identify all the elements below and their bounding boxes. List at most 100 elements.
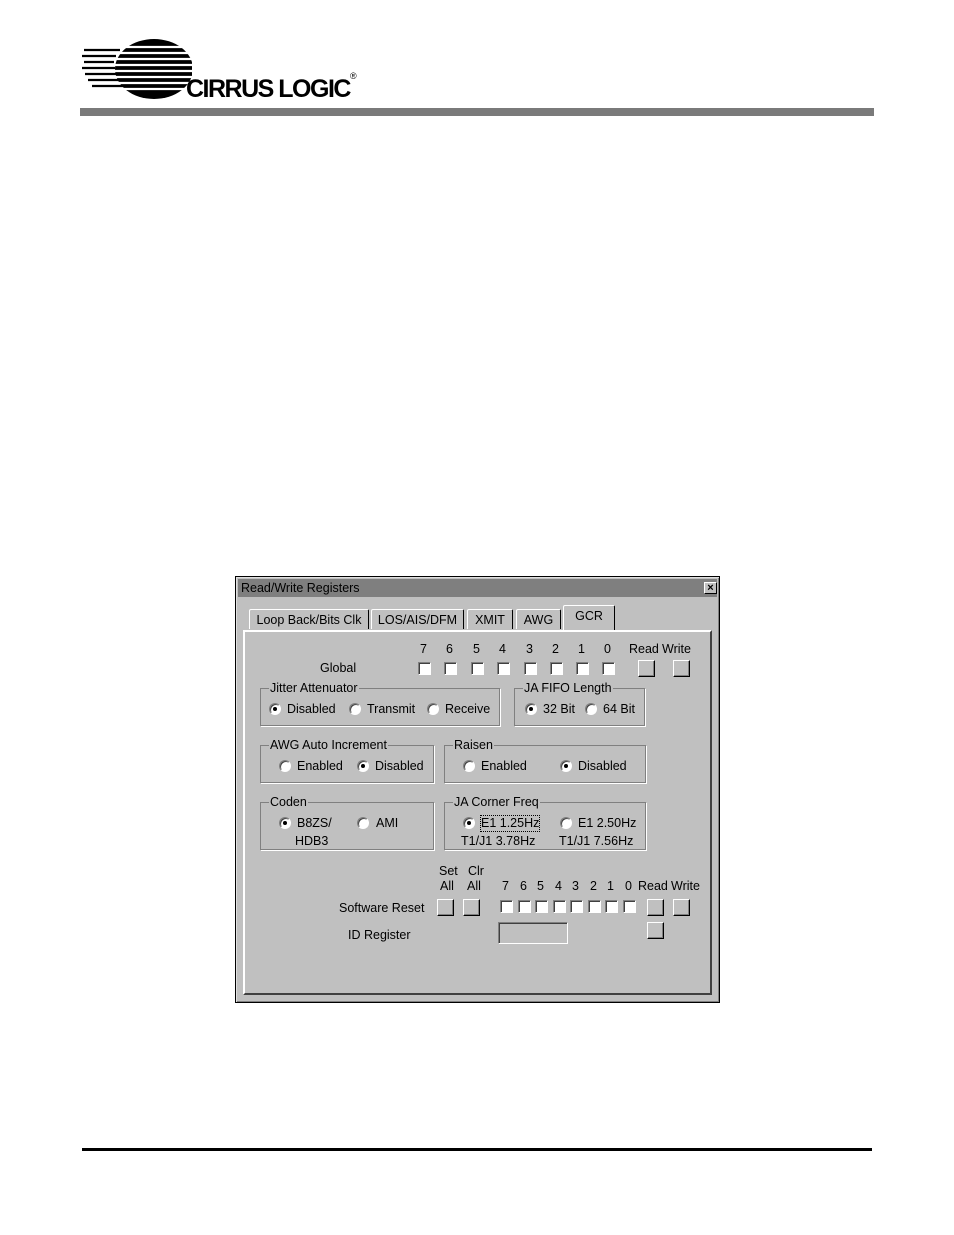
global-write-button[interactable] — [673, 660, 690, 677]
clr-all-label-2: All — [467, 879, 481, 893]
id-register-label: ID Register — [348, 928, 411, 942]
ja-corner-freq-legend: JA Corner Freq — [453, 795, 540, 810]
reset-bit-3-checkbox[interactable] — [570, 900, 583, 913]
corner-e1-250-radio[interactable] — [560, 817, 572, 829]
tab-awg[interactable]: AWG — [516, 609, 561, 629]
reset-bit-6-checkbox[interactable] — [518, 900, 531, 913]
global-bit-4-checkbox[interactable] — [497, 662, 510, 675]
coden-group: Coden B8ZS/ HDB3 AMI — [260, 795, 434, 850]
global-bit-7-label: 7 — [420, 642, 427, 656]
awg-auto-increment-legend: AWG Auto Increment — [269, 738, 388, 753]
reset-bit-1-label: 1 — [607, 879, 614, 893]
jitter-receive-radio[interactable] — [427, 703, 439, 715]
global-bit-3-checkbox[interactable] — [524, 662, 537, 675]
awg-disabled-radio[interactable] — [357, 760, 369, 772]
tab-xmit[interactable]: XMIT — [467, 609, 513, 629]
global-read-button[interactable] — [638, 660, 655, 677]
tab-loop-back[interactable]: Loop Back/Bits Clk — [249, 609, 369, 629]
read-write-registers-dialog: Read/Write Registers × Loop Back/Bits Cl… — [235, 576, 720, 1003]
ja-fifo-length-group: JA FIFO Length 32 Bit 64 Bit — [514, 681, 645, 726]
logo-mark-icon — [82, 39, 193, 99]
jitter-receive-label[interactable]: Receive — [445, 702, 490, 717]
reset-bit-7-checkbox[interactable] — [500, 900, 513, 913]
set-all-label-2: All — [440, 879, 454, 893]
brand-name: CIRRUS LOGIC® — [186, 71, 357, 103]
coden-b8zs-radio[interactable] — [279, 817, 291, 829]
global-label: Global — [320, 661, 357, 675]
raisen-enabled-radio[interactable] — [463, 760, 475, 772]
reset-bit-5-checkbox[interactable] — [535, 900, 548, 913]
coden-legend: Coden — [269, 795, 308, 810]
id-register-field[interactable] — [498, 922, 568, 944]
coden-b8zs-label[interactable]: B8ZS/ — [297, 816, 332, 831]
gcr-panel: 7 6 5 4 3 2 1 0 Read Write Global Jitter… — [243, 630, 712, 995]
jitter-attenuator-group: Jitter Attenuator Disabled Transmit Rece… — [260, 681, 500, 726]
clr-all-label-1: Clr — [468, 864, 484, 878]
corner-t1-378-label[interactable]: T1/J1 3.78Hz — [461, 834, 535, 849]
reset-bit-7-label: 7 — [502, 879, 509, 893]
close-icon[interactable]: × — [704, 582, 717, 594]
jitter-transmit-radio[interactable] — [349, 703, 361, 715]
jitter-disabled-label[interactable]: Disabled — [287, 702, 336, 717]
global-read-label: Read — [629, 642, 659, 656]
reset-bit-2-label: 2 — [590, 879, 597, 893]
coden-ami-radio[interactable] — [357, 817, 369, 829]
clr-all-button[interactable] — [463, 899, 480, 916]
awg-enabled-label[interactable]: Enabled — [297, 759, 343, 774]
tab-gcr[interactable]: GCR — [563, 605, 615, 630]
footer-rule — [82, 1148, 872, 1151]
global-bit-0-label: 0 — [604, 642, 611, 656]
reset-bit-1-checkbox[interactable] — [605, 900, 618, 913]
title-bar[interactable]: Read/Write Registers × — [238, 579, 717, 597]
raisen-disabled-label[interactable]: Disabled — [578, 759, 627, 774]
global-bit-7-checkbox[interactable] — [418, 662, 431, 675]
corner-e1-125-label[interactable]: E1 1.25Hz — [479, 815, 541, 832]
awg-enabled-radio[interactable] — [279, 760, 291, 772]
reset-bit-4-label: 4 — [555, 879, 562, 893]
global-bit-0-checkbox[interactable] — [602, 662, 615, 675]
jitter-transmit-label[interactable]: Transmit — [367, 702, 415, 717]
fifo-32-bit-radio[interactable] — [525, 703, 537, 715]
jitter-disabled-radio[interactable] — [269, 703, 281, 715]
global-bit-2-label: 2 — [552, 642, 559, 656]
reset-bit-6-label: 6 — [520, 879, 527, 893]
fifo-64-bit-radio[interactable] — [585, 703, 597, 715]
reset-bit-0-label: 0 — [625, 879, 632, 893]
corner-t1-756-label[interactable]: T1/J1 7.56Hz — [559, 834, 633, 849]
dialog-title: Read/Write Registers — [241, 581, 360, 595]
awg-auto-increment-group: AWG Auto Increment Enabled Disabled — [260, 738, 434, 783]
id-read-button[interactable] — [647, 922, 664, 939]
global-bit-1-checkbox[interactable] — [576, 662, 589, 675]
global-bit-2-checkbox[interactable] — [550, 662, 563, 675]
corner-e1-125-radio[interactable] — [463, 817, 475, 829]
cirrus-logic-logo: CIRRUS LOGIC® — [82, 38, 382, 108]
ja-corner-freq-group: JA Corner Freq E1 1.25Hz T1/J1 3.78Hz E1… — [444, 795, 646, 850]
tab-los-ais-dfm[interactable]: LOS/AIS/DFM — [371, 609, 464, 629]
fifo-32-bit-label[interactable]: 32 Bit — [543, 702, 575, 717]
global-bit-5-checkbox[interactable] — [471, 662, 484, 675]
fifo-64-bit-label[interactable]: 64 Bit — [603, 702, 635, 717]
reset-bit-4-checkbox[interactable] — [553, 900, 566, 913]
global-bit-6-checkbox[interactable] — [444, 662, 457, 675]
software-reset-label: Software Reset — [339, 901, 425, 915]
reset-write-button[interactable] — [673, 899, 690, 916]
awg-disabled-label[interactable]: Disabled — [375, 759, 424, 774]
global-bit-5-label: 5 — [473, 642, 480, 656]
global-write-label: Write — [662, 642, 691, 656]
global-bit-3-label: 3 — [526, 642, 533, 656]
reset-write-label: Write — [671, 879, 700, 893]
reset-bit-2-checkbox[interactable] — [588, 900, 601, 913]
raisen-enabled-label[interactable]: Enabled — [481, 759, 527, 774]
set-all-button[interactable] — [437, 899, 454, 916]
corner-e1-250-label[interactable]: E1 2.50Hz — [578, 816, 636, 831]
coden-ami-label[interactable]: AMI — [376, 816, 398, 831]
global-bit-1-label: 1 — [578, 642, 585, 656]
header-rule — [80, 108, 874, 116]
reset-read-label: Read — [638, 879, 668, 893]
ja-fifo-length-legend: JA FIFO Length — [523, 681, 613, 696]
coden-hdb3-label[interactable]: HDB3 — [295, 834, 328, 849]
reset-read-button[interactable] — [647, 899, 664, 916]
reset-bit-0-checkbox[interactable] — [623, 900, 636, 913]
global-bit-6-label: 6 — [446, 642, 453, 656]
raisen-disabled-radio[interactable] — [560, 760, 572, 772]
